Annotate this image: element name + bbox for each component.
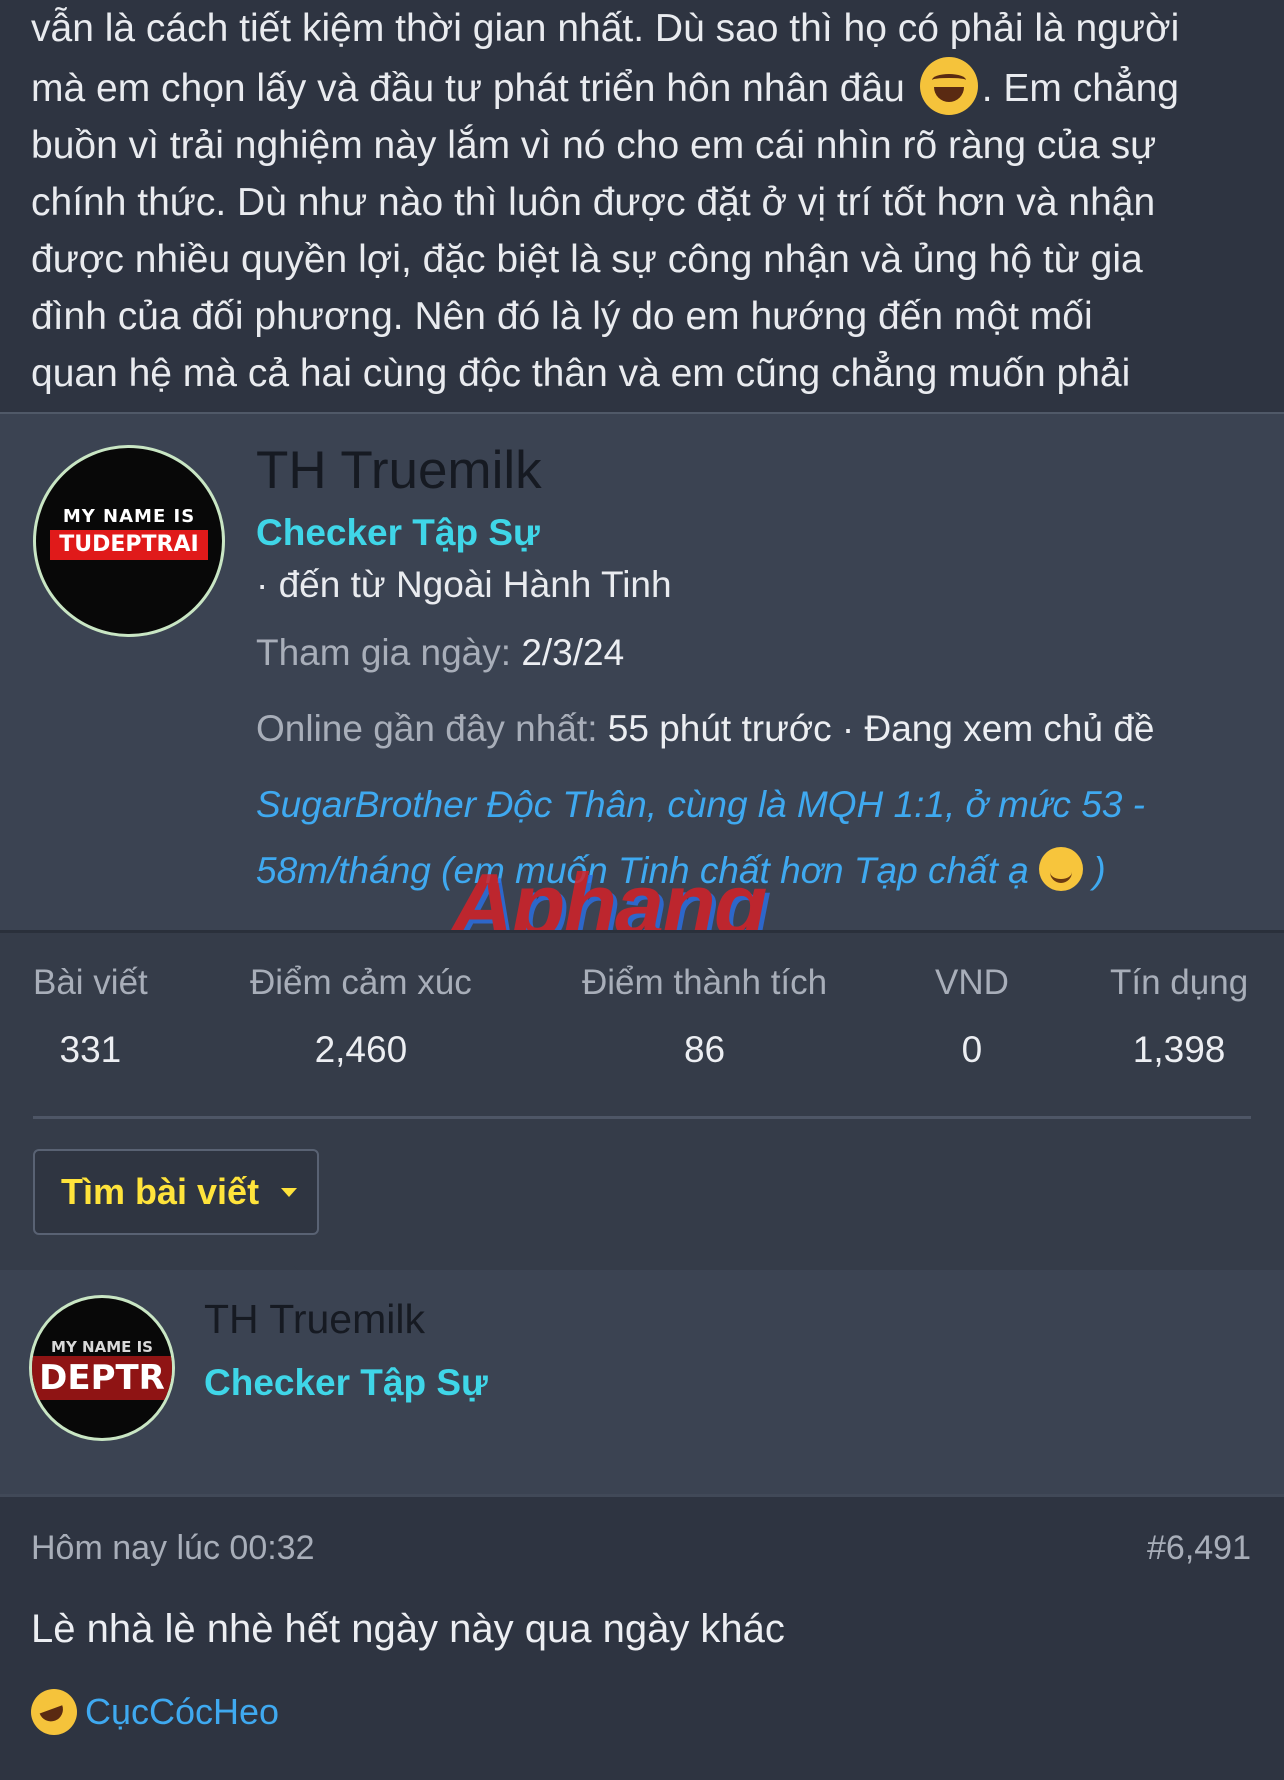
stat-posts: Bài viết 331 <box>33 963 148 1070</box>
reaction-user-link[interactable]: CụcCócHeo <box>85 1691 279 1733</box>
smile-emoji-icon <box>1039 847 1084 891</box>
user-rank: Checker Tập Sự <box>256 512 540 553</box>
text-line: đình của đối phương. Nên đó là lý do em … <box>31 295 1093 338</box>
author-avatar[interactable]: MY NAME IS DEPTR <box>32 1298 172 1438</box>
stat-reaction-score: Điểm cảm xúc 2,460 <box>250 963 472 1070</box>
divider <box>33 1116 1251 1119</box>
avatar[interactable]: MY NAME IS TUDEPTRAI <box>36 448 222 634</box>
post-timestamp[interactable]: Hôm nay lúc 00:32 <box>31 1529 315 1568</box>
rofl-emoji-icon <box>31 1689 77 1735</box>
text-line: quan hệ mà cả hai cùng độc thân và em cũ… <box>31 352 1131 395</box>
avatar-text-plate: TUDEPTRAI <box>50 530 208 560</box>
stat-vnd: VND 0 <box>935 963 1009 1070</box>
avatar-text-top: MY NAME IS <box>62 506 196 527</box>
avatar-text-plate: DEPTR <box>32 1356 172 1400</box>
avatar-text-top: MY NAME IS <box>51 1338 153 1356</box>
post-body: Lè nhà lè nhè hết ngày này qua ngày khác <box>31 1607 785 1651</box>
member-card-header: MY NAME IS TUDEPTRAI TH Truemilk Checker… <box>0 414 1284 954</box>
member-tooltip-card: MY NAME IS TUDEPTRAI TH Truemilk Checker… <box>0 412 1284 1273</box>
find-posts-button[interactable]: Tìm bài viết <box>33 1149 319 1235</box>
post-author: MY NAME IS DEPTR TH Truemilk Checker Tập… <box>0 1270 1284 1494</box>
reaction-bar[interactable]: CụcCócHeo <box>31 1689 279 1735</box>
last-seen-label: Online gần đây nhất: <box>256 708 598 749</box>
last-seen-value: 55 phút trước · Đang xem chủ đề <box>607 708 1155 749</box>
author-rank: Checker Tập Sự <box>204 1362 488 1403</box>
stat-trophy-points: Điểm thành tích 86 <box>582 963 828 1070</box>
joined-date: Tham gia ngày: 2/3/24 <box>256 632 624 674</box>
post: Hôm nay lúc 00:32 #6,491 Lè nhà lè nhè h… <box>0 1494 1284 1780</box>
caret-down-icon <box>281 1187 298 1197</box>
user-origin: · đến từ Ngoài Hành Tinh <box>256 564 672 605</box>
laughing-tears-icon <box>919 57 978 115</box>
text-line: được nhiều quyền lợi, đặc biệt là sự côn… <box>31 238 1143 281</box>
text-line: buồn vì trải nghiệm này lắm vì nó cho em… <box>31 124 1157 167</box>
last-seen: Online gần đây nhất: 55 phút trước · Đan… <box>256 708 1155 750</box>
text-line: vẫn là cách tiết kiệm thời gian nhất. Dù… <box>31 7 1180 50</box>
stat-credit: Tín dụng 1,398 <box>1110 963 1249 1070</box>
username[interactable]: TH Truemilk <box>256 440 542 501</box>
text-line: chính thức. Dù như nào thì luôn được đặt… <box>31 181 1156 224</box>
post-number[interactable]: #6,491 <box>1147 1529 1251 1568</box>
member-stats: Bài viết 331 Điểm cảm xúc 2,460 Điểm thà… <box>0 930 1284 1273</box>
author-username[interactable]: TH Truemilk <box>204 1296 425 1343</box>
joined-value: 2/3/24 <box>521 632 625 673</box>
text-line: mà em chọn lấy và đầu tư phát triển hôn … <box>31 57 1261 117</box>
post-content-text: vẫn là cách tiết kiệm thời gian nhất. Dù… <box>31 0 1261 402</box>
joined-label: Tham gia ngày: <box>256 632 512 673</box>
